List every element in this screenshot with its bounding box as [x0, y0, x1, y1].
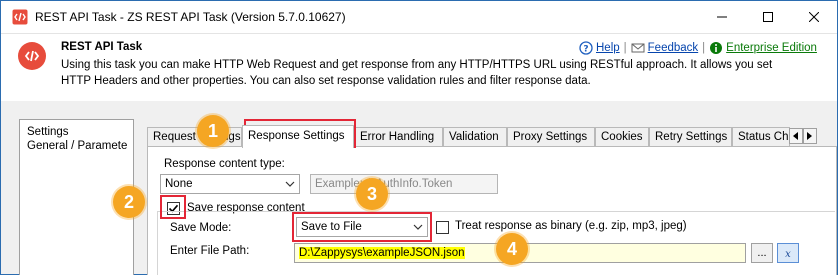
variable-picker-button[interactable]: x [777, 243, 799, 263]
function-icon: x [785, 249, 791, 259]
save-mode-label: Save Mode: [170, 222, 232, 234]
info-icon [710, 42, 723, 54]
tab-strip: Request Settings Response Settings Error… [147, 125, 837, 148]
close-icon [809, 12, 819, 22]
treat-as-binary-checkbox[interactable] [436, 221, 449, 234]
help-icon: ? [579, 41, 593, 55]
chevron-down-icon [285, 181, 295, 187]
rest-api-icon [18, 42, 46, 70]
enterprise-edition-link[interactable]: Enterprise Edition [726, 42, 817, 54]
treat-as-binary-label: Treat response as binary (e.g. zip, mp3,… [455, 220, 687, 232]
arrow-right-icon [807, 132, 812, 140]
title-bar: REST API Task - ZS REST API Task (Versio… [1, 1, 837, 33]
separator: | [623, 42, 627, 54]
window-title: REST API Task - ZS REST API Task (Versio… [35, 10, 346, 24]
maximize-icon [763, 12, 773, 22]
step-badge-1: 1 [197, 115, 229, 147]
tab-validation[interactable]: Validation [443, 127, 507, 147]
step-badge-3: 3 [356, 178, 388, 210]
task-header: REST API Task Using this task you can ma… [1, 33, 837, 101]
help-links: ? Help | Feedback | Enterprise Edition [579, 41, 817, 55]
content-type-select[interactable]: None [160, 174, 300, 194]
tab-retry-settings[interactable]: Retry Settings [649, 127, 732, 147]
help-link[interactable]: Help [596, 42, 620, 54]
minimize-icon [717, 16, 727, 18]
tab-cookies[interactable]: Cookies [595, 127, 649, 147]
tab-scroll-left-button[interactable] [789, 128, 803, 144]
tab-response-settings[interactable]: Response Settings [242, 125, 354, 148]
close-button[interactable] [791, 1, 837, 33]
task-description: Using this task you can make HTTP Web Re… [61, 59, 773, 87]
tab-status-check[interactable]: Status Ch [732, 127, 790, 147]
tab-proxy-settings[interactable]: Proxy Settings [507, 127, 595, 147]
content-type-value: None [165, 178, 193, 190]
highlight-save-checkbox [160, 195, 186, 219]
highlight-save-mode [292, 212, 432, 242]
response-filter-input[interactable]: Example: $.AuthInfo.Token [310, 174, 498, 194]
file-path-label: Enter File Path: [170, 245, 250, 257]
task-title: REST API Task [61, 41, 143, 53]
browse-button[interactable]: ... [751, 243, 773, 263]
tree-item-settings[interactable]: Settings [27, 126, 69, 138]
step-badge-2: 2 [113, 186, 145, 218]
maximize-button[interactable] [745, 1, 791, 33]
feedback-icon [631, 43, 645, 53]
file-path-value: D:\Zappysys\exampleJSON.json [299, 247, 465, 259]
feedback-link[interactable]: Feedback [648, 42, 699, 54]
rest-api-task-window: REST API Task - ZS REST API Task (Versio… [0, 0, 838, 275]
arrow-left-icon [793, 132, 798, 140]
app-icon [12, 9, 28, 25]
tree-item-general-parameters[interactable]: General / Paramete [27, 140, 127, 152]
svg-text:?: ? [583, 45, 588, 55]
svg-text:x: x [785, 249, 791, 259]
step-badge-4: 4 [496, 233, 528, 265]
content-type-label: Response content type: [164, 158, 285, 170]
minimize-button[interactable] [699, 1, 745, 33]
tab-error-handling[interactable]: Error Handling [354, 127, 443, 147]
tab-scroll-right-button[interactable] [803, 128, 817, 144]
separator: | [702, 42, 706, 54]
